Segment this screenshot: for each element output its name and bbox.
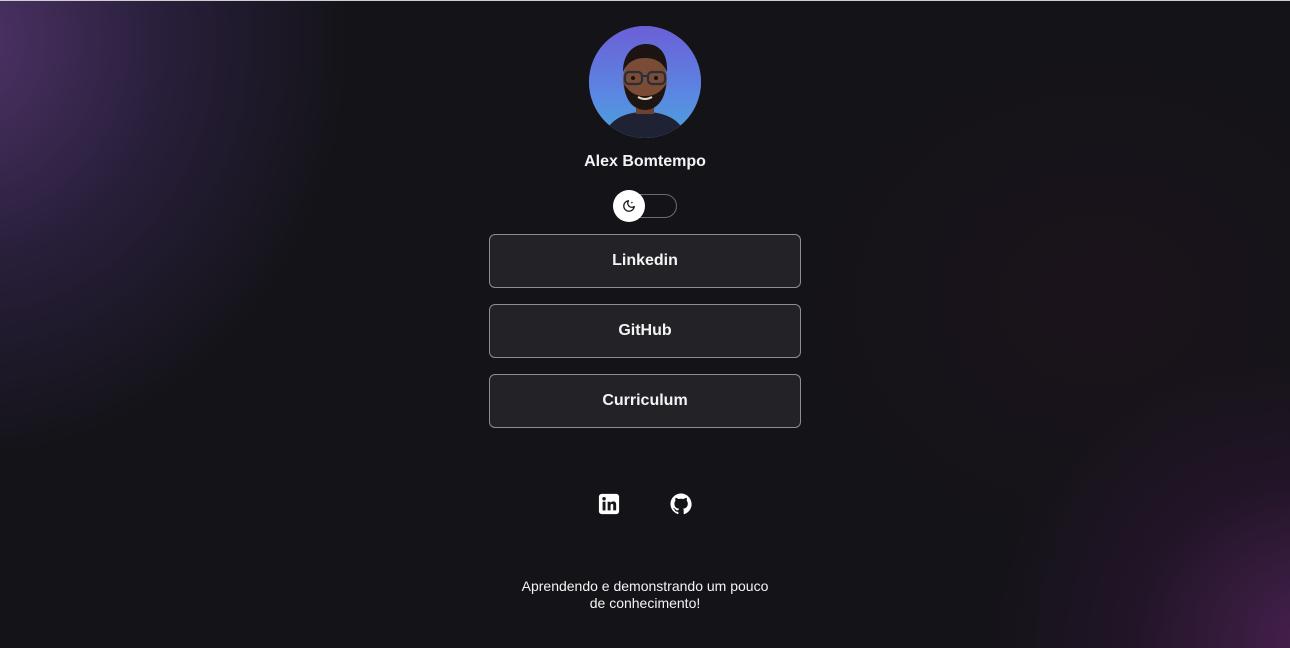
avatar bbox=[589, 26, 701, 138]
profile-page: Alex Bomtempo Linkedin GitHub Curriculum bbox=[0, 0, 1290, 648]
toggle-knob[interactable] bbox=[613, 190, 645, 222]
profile-name: Alex Bomtempo bbox=[584, 153, 706, 170]
footer-tagline: Aprendendo e demonstrando um pouco de co… bbox=[495, 578, 795, 612]
linkedin-button[interactable]: Linkedin bbox=[489, 234, 801, 288]
curriculum-button[interactable]: Curriculum bbox=[489, 374, 801, 428]
avatar-photo bbox=[589, 26, 701, 138]
link-list: Linkedin GitHub Curriculum bbox=[489, 234, 801, 428]
github-button[interactable]: GitHub bbox=[489, 304, 801, 358]
github-icon[interactable] bbox=[669, 492, 693, 516]
linkedin-icon[interactable] bbox=[597, 492, 621, 516]
footer-line-1: Aprendendo e demonstrando um pouco bbox=[521, 578, 769, 594]
footer-line-2: de conhecimento! bbox=[589, 595, 701, 611]
theme-toggle[interactable] bbox=[613, 190, 677, 222]
moon-icon bbox=[623, 200, 635, 212]
social-icons bbox=[597, 492, 693, 516]
